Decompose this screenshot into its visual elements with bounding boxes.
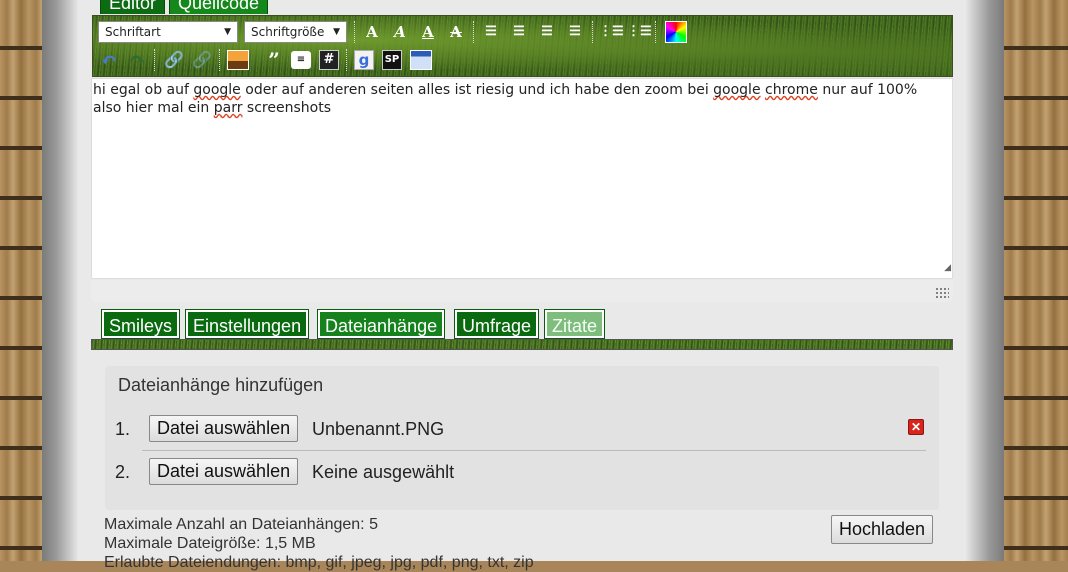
toolbar-separator xyxy=(473,21,474,43)
tab-editor[interactable]: Editor xyxy=(100,0,166,14)
tab-zitate[interactable]: Zitate xyxy=(543,309,606,339)
window-icon[interactable] xyxy=(410,50,432,70)
align-left-icon[interactable]: ☰ xyxy=(480,21,502,43)
message-line-1: hi egal ob auf google oder auf anderen s… xyxy=(93,82,918,98)
italic-icon[interactable]: A xyxy=(389,21,411,43)
chevron-down-icon: ▼ xyxy=(224,27,231,37)
underline-icon[interactable]: A xyxy=(417,21,439,43)
left-frame xyxy=(42,0,78,561)
google-icon[interactable]: g xyxy=(354,50,374,70)
tab-umfrage[interactable]: Umfrage xyxy=(453,309,540,339)
font-size-select[interactable]: Schriftgröße ▼ xyxy=(244,21,347,43)
max-attachments-info: Maximale Anzahl an Dateianhängen: 5 xyxy=(104,516,378,533)
delete-attachment-icon[interactable]: ✕ xyxy=(908,419,924,435)
resize-grip-icon[interactable] xyxy=(935,287,949,299)
toolbar-separator xyxy=(592,21,593,43)
quote-icon[interactable]: ” xyxy=(263,49,285,71)
message-textarea[interactable]: hi egal ob auf google oder auf anderen s… xyxy=(91,78,953,279)
right-frame xyxy=(966,0,1004,561)
bullet-list-icon[interactable]: ⋮☰ xyxy=(599,21,624,43)
attachments-legend: Dateianhänge hinzufügen xyxy=(118,375,324,395)
link-icon[interactable]: 🔗 xyxy=(163,49,185,71)
tab-quellcode[interactable]: Quellcode xyxy=(169,0,269,14)
tab-panel-header xyxy=(91,339,953,350)
comment-icon[interactable]: ≡ xyxy=(291,51,311,69)
bold-icon[interactable]: A xyxy=(361,21,383,43)
image-icon[interactable] xyxy=(227,50,249,70)
font-family-select[interactable]: Schriftart ▼ xyxy=(98,21,238,43)
choose-file-button[interactable]: Datei auswählen xyxy=(149,458,299,485)
right-wood-border xyxy=(1004,0,1068,561)
font-family-select-label: Schriftart xyxy=(105,25,161,39)
row-divider xyxy=(142,450,926,451)
toolbar-separator xyxy=(354,21,355,43)
left-wood-border xyxy=(0,0,42,561)
tab-smileys[interactable]: Smileys xyxy=(100,309,181,339)
sp-icon[interactable]: SP xyxy=(382,50,402,70)
allowed-extensions-info: Erlaubte Dateiendungen: bmp, gif, jpeg, … xyxy=(104,554,534,571)
strikethrough-icon[interactable]: A xyxy=(445,21,467,43)
upload-button[interactable]: Hochladen xyxy=(831,515,934,544)
redo-icon[interactable]: ↷ xyxy=(126,49,148,71)
unlink-icon[interactable]: 🔗 xyxy=(191,49,213,71)
toolbar-separator xyxy=(346,49,347,71)
post-editor: Editor Quellcode Schriftart ▼ Schriftgrö… xyxy=(78,0,966,571)
color-picker-icon[interactable] xyxy=(665,21,687,43)
resize-corner-icon[interactable]: ◢ xyxy=(944,259,951,277)
toolbar-separator xyxy=(219,49,220,71)
message-line-2: also hier mal ein parr screenshots xyxy=(93,100,331,116)
attachment-number: 2. xyxy=(115,462,131,482)
choose-file-button[interactable]: Datei auswählen xyxy=(149,415,299,442)
numbered-list-icon[interactable]: ⋮☰ xyxy=(627,21,652,43)
attachment-number: 1. xyxy=(115,419,131,439)
hash-icon[interactable]: # xyxy=(319,50,339,70)
tab-einstellungen[interactable]: Einstellungen xyxy=(184,309,310,339)
editor-toolbar: Schriftart ▼ Schriftgröße ▼ A A A A ☰ ☰ … xyxy=(92,15,953,77)
undo-icon[interactable]: ↶ xyxy=(98,49,120,71)
chevron-down-icon: ▼ xyxy=(333,27,340,37)
justify-icon[interactable]: ☰ xyxy=(564,21,586,43)
attachment-filename: Keine ausgewählt xyxy=(312,462,455,482)
max-filesize-info: Maximale Dateigröße: 1,5 MB xyxy=(104,535,316,552)
font-size-select-label: Schriftgröße xyxy=(251,25,325,39)
align-center-icon[interactable]: ☰ xyxy=(508,21,530,43)
toolbar-separator xyxy=(154,49,155,71)
attachment-filename: Unbenannt.PNG xyxy=(312,419,445,439)
tab-dateianhaenge[interactable]: Dateianhänge xyxy=(316,309,446,339)
toolbar-separator xyxy=(655,21,656,43)
editor-resize-bar[interactable] xyxy=(91,280,953,302)
align-right-icon[interactable]: ☰ xyxy=(536,21,558,43)
